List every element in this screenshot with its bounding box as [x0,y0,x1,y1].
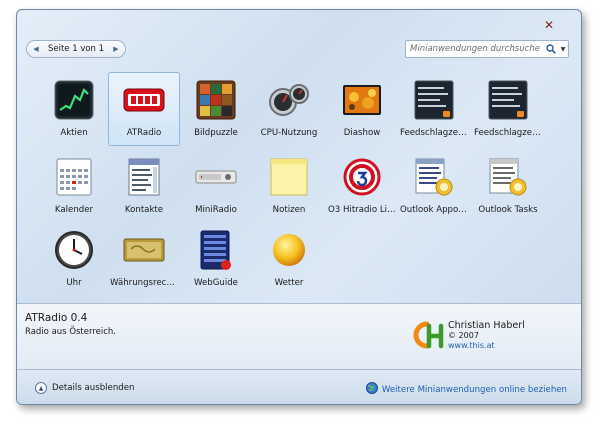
page-navigator: ◀ Seite 1 von 1 ▶ [26,40,126,58]
atradio-icon [122,78,166,122]
gadget-tile[interactable]: Bildpuzzle [180,72,252,146]
gadget-tile[interactable]: Ö3 Hitradio Live! [326,149,398,223]
footer-bar: ▲ Details ausblenden Weitere Minianwendu… [17,369,581,404]
details-panel: ATRadio 0.4 Radio aus Österreich. Christ… [17,303,581,369]
outlook-appointments-icon [412,155,456,199]
gadget-name: Ö3 Hitradio Live! [328,205,397,215]
contacts-icon [122,155,166,199]
gadget-tile[interactable]: Outlook Appoin... [398,149,470,223]
search-dropdown-icon[interactable]: ▼ [558,41,568,57]
gadget-tile[interactable]: Feedschlagzeilen [472,72,544,146]
gadget-name: Feedschlagzeilen [474,128,543,138]
gadget-tile[interactable]: CPU-Nutzung [253,72,325,146]
calendar-icon [52,155,96,199]
clock-icon [52,228,96,272]
gadget-name: Notizen [272,205,306,215]
hide-details-label: Details ausblenden [52,383,135,393]
gadget-tile[interactable]: Währungsrechner [108,222,180,296]
gadget-name: Outlook Tasks [478,205,538,215]
search-input[interactable] [406,41,544,57]
author-info: Christian Haberl © 2007 www.this.at [411,318,571,358]
gadget-name: Uhr [66,278,82,288]
gadget-tile[interactable]: ATRadio [108,72,180,146]
gadget-name: Währungsrechner [110,278,179,288]
previous-page-icon[interactable]: ◀ [32,45,40,53]
gadget-tile[interactable]: Wetter [253,222,325,296]
outlook-tasks-icon [486,155,530,199]
gadget-name: Feedschlagzeilen [400,128,469,138]
search-box: ▼ [405,40,569,58]
gadget-name: Kalender [54,205,94,215]
weather-icon [267,228,311,272]
gadget-name: WebGuide [194,278,238,288]
gadget-name: ATRadio [126,128,162,138]
gadget-tile[interactable]: WebGuide [180,222,252,296]
gadget-name: Outlook Appoin... [400,205,469,215]
notes-icon [267,155,311,199]
stock-chart-icon [52,78,96,122]
gadget-grid: Aktien ATRadio Bildpuzzle CPU-Nutzung Di… [17,69,581,304]
gadget-title: ATRadio 0.4 [25,312,88,324]
author-logo [411,318,445,352]
gadget-tile[interactable]: Kontakte [108,149,180,223]
get-more-gadgets-link[interactable]: Weitere Minianwendungen online beziehen [365,382,567,397]
gadget-gallery-window: ✕ ◀ Seite 1 von 1 ▶ ▼ Aktien ATRadio [16,9,582,405]
feed-headlines-icon [412,78,456,122]
gadget-name: Diashow [343,128,381,138]
feed-headlines-icon [486,78,530,122]
globe-icon [365,382,378,397]
gadget-tile[interactable]: Uhr [38,222,110,296]
author-link[interactable]: www.this.at [448,341,495,350]
search-icon[interactable] [544,41,558,57]
close-button[interactable]: ✕ [541,18,557,32]
get-more-gadgets-label: Weitere Minianwendungen online beziehen [381,384,567,395]
page-label: Seite 1 von 1 [47,44,105,54]
hide-details-button[interactable]: ▲ Details ausblenden [35,382,134,394]
next-page-icon[interactable]: ▶ [112,45,120,53]
cpu-meter-icon [267,78,311,122]
gadget-name: Kontakte [124,205,164,215]
oe3-icon [340,155,384,199]
currency-icon [122,228,166,272]
chevron-up-icon: ▲ [35,382,47,394]
radio-icon [194,155,238,199]
gadget-description: Radio aus Österreich. [25,327,117,337]
gadget-tile[interactable]: Notizen [253,149,325,223]
picture-puzzle-icon [194,78,238,122]
gadget-tile[interactable]: Outlook Tasks [472,149,544,223]
gadget-tile[interactable]: Feedschlagzeilen [398,72,470,146]
gadget-name: Aktien [60,128,88,138]
gadget-tile[interactable]: Kalender [38,149,110,223]
author-name: Christian Haberl [448,320,525,331]
gadget-name: Wetter [274,278,304,288]
gadget-tile[interactable]: Diashow [326,72,398,146]
gadget-name: CPU-Nutzung [260,128,318,138]
webguide-icon [194,228,238,272]
gadget-tile[interactable]: Aktien [38,72,110,146]
gadget-name: Bildpuzzle [194,128,238,138]
toolbar: ◀ Seite 1 von 1 ▶ ▼ [26,40,569,60]
slideshow-icon [340,78,384,122]
gadget-tile[interactable]: MiniRadio [180,149,252,223]
gadget-name: MiniRadio [195,205,237,215]
copyright: © 2007 [448,331,479,340]
